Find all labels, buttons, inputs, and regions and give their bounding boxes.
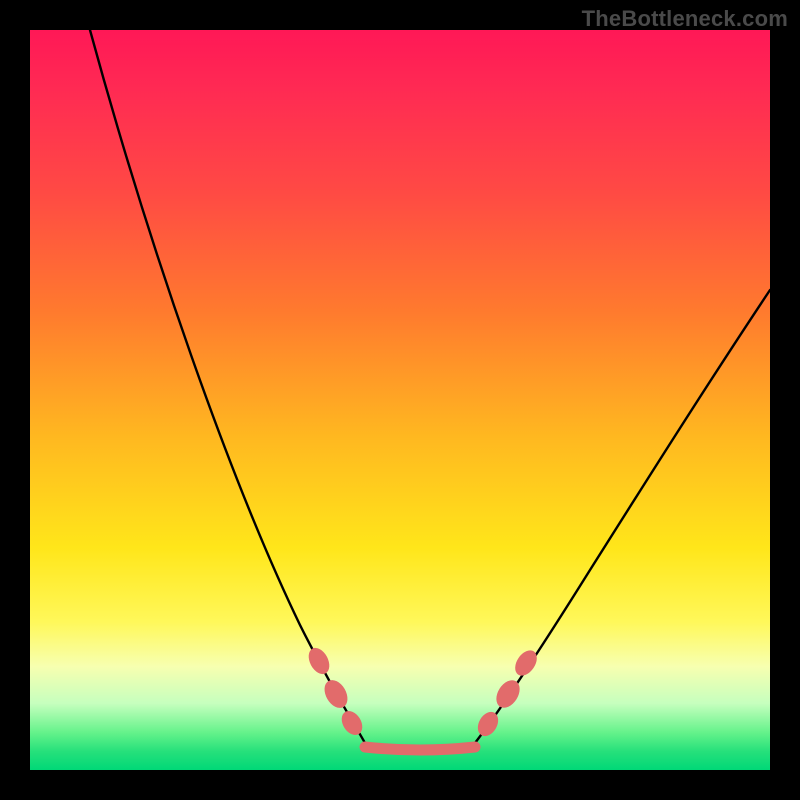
marker-lobe xyxy=(304,644,333,677)
curve-left-arm xyxy=(90,30,365,743)
bottleneck-curve-svg xyxy=(30,30,770,770)
marker-lobe xyxy=(337,707,366,739)
marker-lobe xyxy=(511,646,542,679)
optimal-range-marker xyxy=(365,747,475,750)
plot-area xyxy=(30,30,770,770)
source-watermark: TheBottleneck.com xyxy=(582,6,788,32)
chart-frame: TheBottleneck.com xyxy=(0,0,800,800)
marker-lobe xyxy=(320,676,352,712)
